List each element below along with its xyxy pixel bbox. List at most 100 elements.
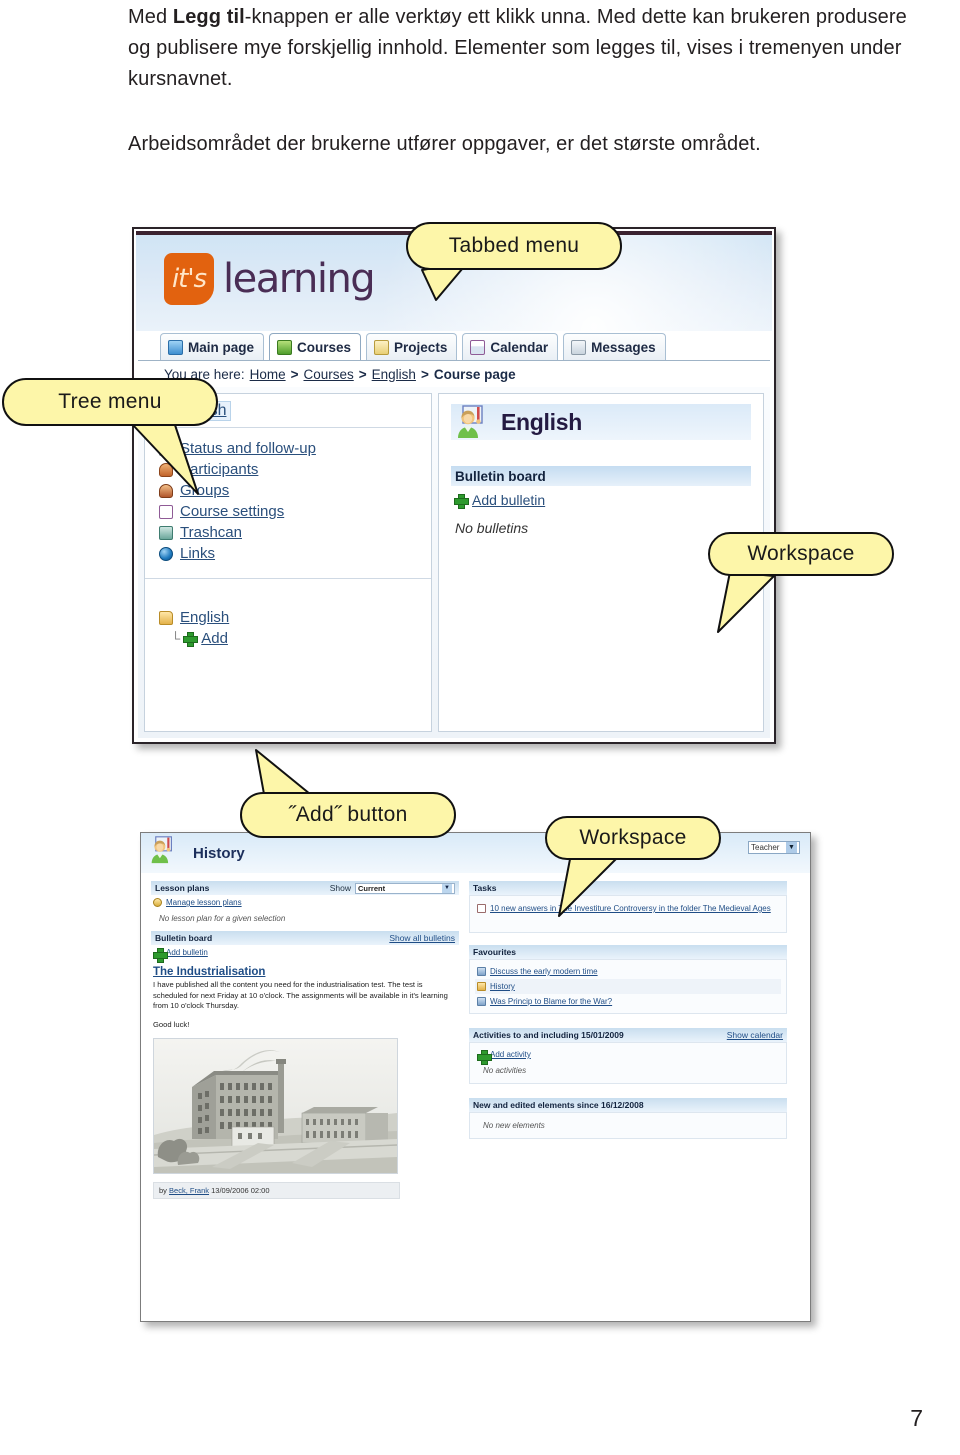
history-title: History — [193, 844, 245, 862]
favourite-item-label: Discuss the early modern time — [490, 967, 598, 976]
teacher-avatar-icon — [149, 836, 185, 870]
breadcrumb-current: Course page — [433, 366, 516, 382]
intro-paragraph-1: Med Legg til-knappen er alle verktøy ett… — [128, 2, 910, 95]
tree-folder-label: English — [180, 609, 230, 626]
tree-add-button[interactable]: └ Add — [159, 628, 423, 649]
callout-tabbed-menu: Tabbed menu — [406, 222, 622, 301]
itslearning-logo: it's learning — [164, 253, 376, 305]
plus-icon — [153, 948, 168, 963]
workspace-title: English — [501, 408, 582, 435]
favourites-bar: Favourites — [469, 945, 787, 959]
callout-workspace-2-label: Workspace — [579, 826, 687, 849]
bulletin-post: The Industrialisation I have published a… — [151, 966, 459, 1199]
left-column: Lesson plans Show Current ▼ Manage lesso… — [151, 881, 459, 1199]
bulletin-board-heading: Bulletin board — [451, 466, 751, 486]
favourites-heading: Favourites — [473, 947, 516, 957]
activities-bar: Activities to and including 15/01/2009 S… — [469, 1028, 787, 1042]
plus-icon — [183, 632, 199, 647]
discussion-icon — [477, 967, 486, 976]
lesson-plan-show-select[interactable]: Current ▼ — [355, 882, 455, 894]
tree-content-section: English └ Add — [145, 579, 431, 731]
byline-author[interactable]: Beck, Frank — [169, 1186, 209, 1195]
plus-icon — [454, 493, 469, 509]
tree-item-label: Links — [180, 545, 216, 562]
plus-icon — [477, 1050, 492, 1065]
callout-add-button: ˝Add˝ button — [240, 749, 456, 838]
tree-item-label: Trashcan — [180, 524, 242, 541]
new-elements-panel: No new elements — [469, 1112, 787, 1139]
tree-folder-english[interactable]: English — [159, 607, 423, 628]
intro-text: Med Legg til-knappen er alle verktøy ett… — [128, 2, 910, 160]
add-bulletin-button[interactable]: Add bulletin — [451, 492, 751, 509]
bulletin-board-bar: Bulletin board Show all bulletins — [151, 931, 459, 945]
callout-add-button-label: ˝Add˝ button — [288, 803, 408, 826]
trashcan-icon — [159, 525, 173, 540]
tree-item-links[interactable]: Links — [159, 543, 423, 564]
tab-courses[interactable]: Courses — [269, 333, 362, 360]
tab-main-page[interactable]: Main page — [160, 333, 265, 360]
show-all-bulletins-link[interactable]: Show all bulletins — [389, 933, 455, 943]
lesson-plans-heading: Lesson plans — [155, 883, 210, 893]
chevron-down-icon: ▼ — [442, 883, 452, 893]
breadcrumb-separator: > — [420, 366, 429, 382]
lesson-plans-empty: No lesson plan for a given selection — [159, 914, 286, 923]
arrow-icon — [153, 898, 162, 907]
show-label: Show — [329, 883, 351, 893]
tree-elbow-connector: └ — [171, 631, 181, 646]
favourite-item[interactable]: Was Princip to Blame for the War? — [475, 994, 781, 1009]
logo-mark-text: it's — [171, 264, 207, 294]
intro-paragraph-2: Arbeidsområdet der brukerne utfører oppg… — [128, 133, 761, 155]
folder-icon — [159, 610, 173, 625]
tasks-heading: Tasks — [473, 883, 497, 893]
add-bulletin-label: Add bulletin — [472, 492, 546, 508]
callout-tree-menu-label: Tree menu — [58, 390, 162, 413]
callout-workspace-2-bubble: Workspace — [545, 816, 721, 860]
new-elements-heading: New and edited elements since 16/12/2008 — [473, 1100, 644, 1110]
add-activity-button[interactable]: Add activity — [475, 1047, 781, 1065]
tree-add-label: Add — [201, 630, 228, 647]
show-calendar-link[interactable]: Show calendar — [727, 1030, 783, 1040]
chevron-down-icon: ▼ — [786, 842, 797, 853]
tab-courses-label: Courses — [297, 339, 352, 355]
workspace-header: English — [451, 404, 751, 440]
intro-p1-pre: Med — [128, 6, 173, 28]
tab-main-page-label: Main page — [188, 339, 255, 355]
new-elements-bar: New and edited elements since 16/12/2008 — [469, 1098, 787, 1112]
bulletin-byline: by Beck, Frank 13/09/2006 02:00 — [153, 1182, 400, 1199]
callout-workspace-2: Workspace — [545, 816, 721, 917]
favourite-item-label: Was Princip to Blame for the War? — [490, 997, 613, 1006]
breadcrumb-courses[interactable]: Courses — [303, 367, 353, 382]
intro-p1-bold: Legg til — [172, 6, 245, 28]
industrial-mill-engraving — [153, 1038, 398, 1174]
bulletin-post-title[interactable]: The Industrialisation — [153, 966, 459, 978]
callout-workspace-1-label: Workspace — [747, 542, 855, 565]
page-number: 7 — [910, 1405, 923, 1431]
favourite-item[interactable]: History — [475, 979, 781, 994]
bulletin-post-body: I have published all the content you nee… — [153, 980, 448, 1010]
add-bulletin-button[interactable]: Add bulletin — [151, 945, 459, 963]
folder-icon — [477, 982, 486, 991]
add-activity-label: Add activity — [490, 1050, 531, 1059]
activities-panel: Add activity No activities — [469, 1042, 787, 1084]
intro-p1-post: -knappen er alle verktøy ett klikk unna.… — [128, 6, 907, 90]
discussion-icon — [477, 997, 486, 1006]
logo-wordmark: learning — [223, 256, 376, 302]
manage-lesson-plans-link[interactable]: Manage lesson plans — [151, 895, 459, 910]
document-icon — [477, 904, 486, 913]
clipboard-icon — [374, 339, 390, 355]
breadcrumb-separator: > — [290, 366, 299, 382]
logo-mark-icon: it's — [164, 253, 214, 305]
activities-empty: No activities — [483, 1066, 527, 1075]
activities-heading: Activities to and including 15/01/2009 — [473, 1030, 624, 1040]
tree-item-trashcan[interactable]: Trashcan — [159, 522, 423, 543]
home-icon — [168, 339, 183, 355]
courses-icon — [277, 339, 293, 355]
new-elements-empty: No new elements — [483, 1121, 545, 1130]
favourites-panel: Discuss the early modern time History Wa… — [469, 959, 787, 1014]
favourite-item[interactable]: Discuss the early modern time — [475, 964, 781, 979]
bulletin-board-heading: Bulletin board — [155, 933, 213, 943]
byline-prefix: by — [159, 1186, 170, 1195]
breadcrumb-english[interactable]: English — [372, 367, 416, 382]
breadcrumb-separator: > — [358, 366, 367, 382]
favourite-item-label: History — [490, 982, 515, 991]
